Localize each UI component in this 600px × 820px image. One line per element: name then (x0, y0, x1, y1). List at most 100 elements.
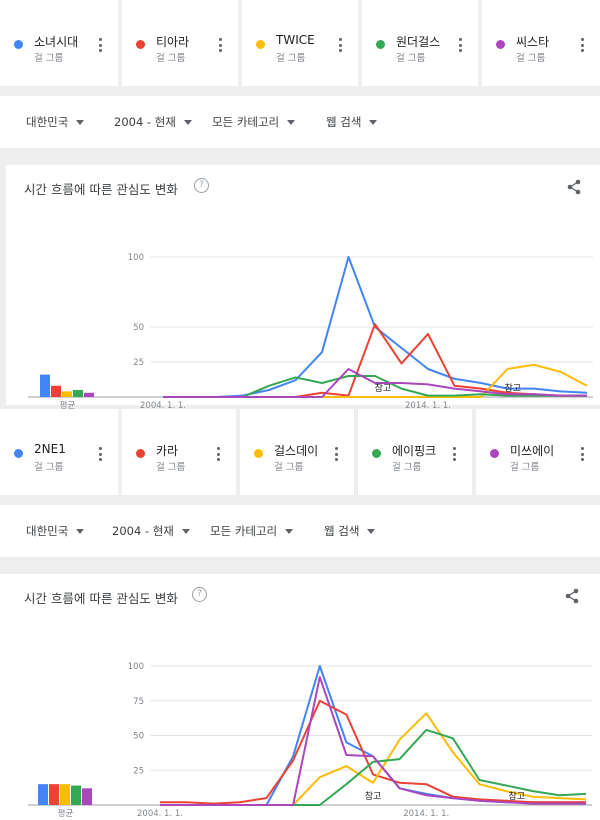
term-category: 걸 그룹 (396, 53, 426, 64)
term-name: 소녀시대 (34, 35, 79, 49)
term-category: 걸 그룹 (34, 53, 64, 64)
region-dropdown[interactable]: 대한민국 (26, 96, 85, 148)
average-bar (71, 785, 81, 805)
term-category: 걸 그룹 (392, 462, 422, 473)
term-card-1[interactable]: 소녀시대 걸 그룹 (0, 0, 118, 86)
term-card-3[interactable]: 걸스데이 걸 그룹 (240, 409, 354, 495)
term-color-dot (14, 40, 23, 49)
category-label: 모든 카테고리 (212, 115, 280, 129)
y-tick-label: 25 (133, 358, 144, 368)
average-bar (62, 391, 72, 397)
period-dropdown[interactable]: 2004 - 현재 (112, 505, 190, 557)
y-tick-label: 50 (133, 732, 144, 742)
dropdown-arrow-icon (285, 528, 294, 534)
term-card-1[interactable]: 2NE1 걸 그룹 (0, 409, 118, 495)
share-icon[interactable] (566, 179, 582, 195)
term-color-dot (136, 449, 145, 458)
x-tick-label: 2004. 1. 1. (137, 809, 183, 819)
term-card-5[interactable]: 씨스타 걸 그룹 (482, 0, 600, 86)
term-card-2[interactable]: 티아라 걸 그룹 (122, 0, 238, 86)
help-icon[interactable]: ? (192, 587, 207, 602)
x-tick-label: 2014. 1. 1. (403, 809, 449, 819)
y-tick-label: 50 (133, 323, 144, 333)
term-name: 씨스타 (516, 35, 550, 49)
help-icon[interactable]: ? (194, 178, 209, 193)
more-vert-icon[interactable] (339, 38, 342, 52)
term-name: 2NE1 (34, 442, 66, 456)
average-bar (60, 784, 70, 805)
search-type-dropdown[interactable]: 웹 검색 (326, 96, 378, 148)
term-category: 걸 그룹 (34, 462, 64, 473)
dropdown-arrow-icon (369, 119, 378, 125)
term-category: 걸 그룹 (156, 53, 186, 64)
term-color-dot (496, 40, 505, 49)
more-vert-icon[interactable] (453, 447, 456, 461)
dropdown-arrow-icon (183, 119, 192, 125)
term-color-dot (490, 449, 499, 458)
more-vert-icon[interactable] (581, 38, 584, 52)
category-dropdown[interactable]: 모든 카테고리 (210, 505, 294, 557)
search-type-label: 웹 검색 (326, 115, 362, 129)
more-vert-icon[interactable] (219, 38, 222, 52)
term-name: TWICE (276, 33, 315, 47)
term-name: 티아라 (156, 35, 190, 49)
term-card-2[interactable]: 카라 걸 그룹 (122, 409, 236, 495)
y-tick-label: 75 (133, 697, 144, 707)
term-color-dot (254, 449, 263, 458)
interest-chart-2: 25 50 75 100 2004. 1. 1. 2014. 1. 1. 평균 참고 참고 (28, 662, 592, 819)
term-color-dot (376, 40, 385, 49)
dropdown-arrow-icon (287, 119, 296, 125)
term-color-dot (14, 449, 23, 458)
term-category: 걸 그룹 (274, 462, 304, 473)
period-dropdown[interactable]: 2004 - 현재 (114, 96, 192, 148)
term-card-3[interactable]: TWICE 걸 그룹 (242, 0, 358, 86)
average-bar (51, 385, 61, 397)
period-label: 2004 - 현재 (114, 115, 176, 129)
term-name: 걸스데이 (274, 444, 319, 458)
region-label: 대한민국 (26, 524, 69, 538)
panel-title: 시간 흐름에 따른 관심도 변화 (24, 591, 178, 606)
average-bar (40, 374, 50, 397)
more-vert-icon[interactable] (459, 38, 462, 52)
average-bar (73, 390, 83, 397)
category-dropdown[interactable]: 모든 카테고리 (212, 96, 296, 148)
term-category: 걸 그룹 (276, 53, 306, 64)
average-bar (38, 784, 48, 805)
more-vert-icon[interactable] (217, 447, 220, 461)
term-card-4[interactable]: 에이핑크 걸 그룹 (358, 409, 472, 495)
term-name: 원더걸스 (396, 35, 441, 49)
term-name: 미쓰에이 (510, 444, 555, 458)
term-card-5[interactable]: 미쓰에이 걸 그룹 (476, 409, 600, 495)
search-type-label: 웹 검색 (324, 524, 360, 538)
term-category: 걸 그룹 (516, 53, 546, 64)
category-label: 모든 카테고리 (210, 524, 278, 538)
series-line (160, 676, 586, 806)
dropdown-arrow-icon (76, 528, 85, 534)
more-vert-icon[interactable] (99, 38, 102, 52)
dropdown-arrow-icon (367, 528, 376, 534)
note-marker: 참고 (508, 791, 525, 802)
y-tick-label: 100 (128, 662, 144, 672)
term-strip-2: 2NE1 걸 그룹 카라 걸 그룹 걸스데이 걸 그룹 에이핑크 걸 그룹 미쓰… (0, 409, 600, 495)
share-icon[interactable] (564, 588, 580, 604)
filter-bar-1: 대한민국 2004 - 현재 모든 카테고리 웹 검색 (0, 96, 600, 148)
more-vert-icon[interactable] (581, 447, 584, 461)
average-bar (82, 788, 92, 805)
dropdown-arrow-icon (181, 528, 190, 534)
more-vert-icon[interactable] (335, 447, 338, 461)
note-marker: 참고 (365, 791, 382, 802)
panel-title: 시간 흐름에 따른 관심도 변화 (24, 182, 178, 197)
search-type-dropdown[interactable]: 웹 검색 (324, 505, 376, 557)
term-category: 걸 그룹 (156, 462, 186, 473)
region-dropdown[interactable]: 대한민국 (26, 505, 85, 557)
more-vert-icon[interactable] (99, 447, 102, 461)
term-color-dot (136, 40, 145, 49)
average-label: 평균 (58, 808, 74, 819)
term-category: 걸 그룹 (510, 462, 540, 473)
filter-bar-2: 대한민국 2004 - 현재 모든 카테고리 웹 검색 (0, 505, 600, 557)
average-bar (49, 784, 59, 805)
term-name: 에이핑크 (392, 444, 437, 458)
term-strip-1: 소녀시대 걸 그룹 티아라 걸 그룹 TWICE 걸 그룹 원더걸스 걸 그룹 … (0, 0, 600, 86)
term-card-4[interactable]: 원더걸스 걸 그룹 (362, 0, 478, 86)
term-color-dot (372, 449, 381, 458)
